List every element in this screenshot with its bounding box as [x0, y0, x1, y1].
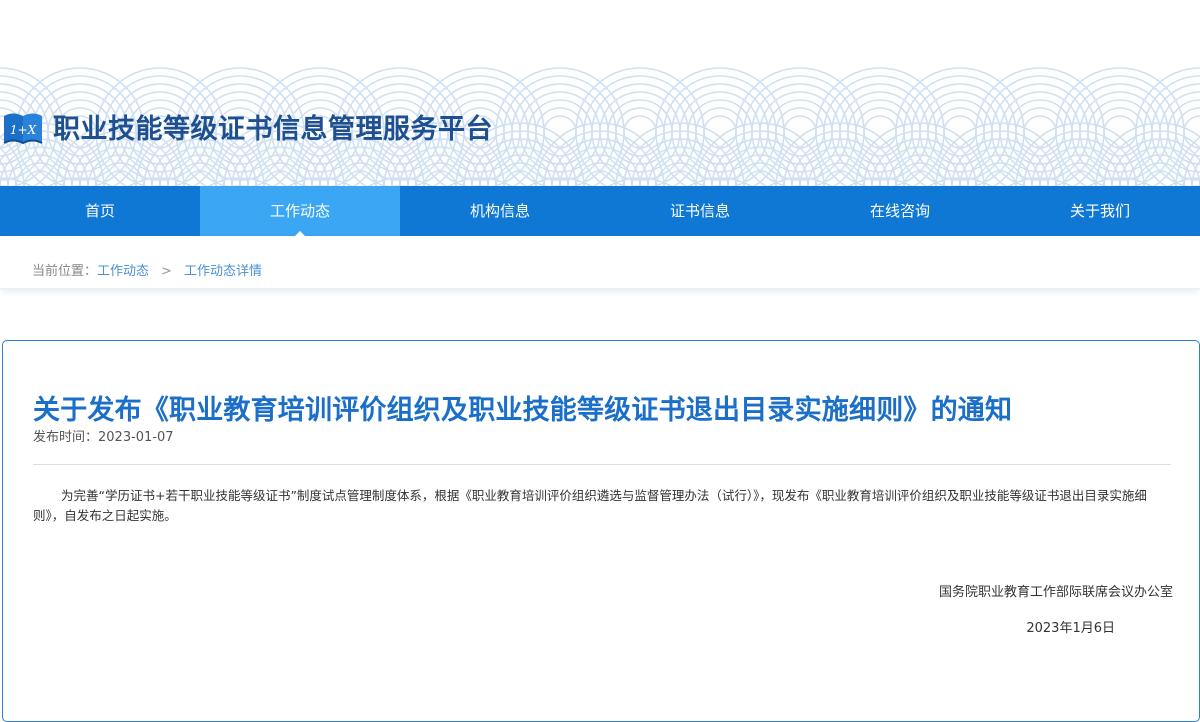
article-body: 为完善“学历证书+若干职业技能等级证书”制度试点管理制度体系，根据《职业教育培训… — [33, 488, 1147, 523]
nav-item-home[interactable]: 首页 — [0, 186, 200, 236]
breadcrumb-link-detail[interactable]: 工作动态详情 — [184, 264, 262, 279]
svg-text:1+X: 1+X — [10, 123, 37, 137]
article-signature: 国务院职业教育工作部际联席会议办公室 — [938, 585, 1173, 600]
breadcrumb: 当前位置：工作动态 > 工作动态详情 — [32, 260, 262, 279]
breadcrumb-separator: > — [161, 264, 172, 279]
nav-item-label: 在线咨询 — [869, 202, 930, 220]
nav-item-label: 关于我们 — [1069, 202, 1130, 220]
article-panel: 关于发布《职业教育培训评价组织及职业技能等级证书退出目录实施细则》的通知 发布时… — [2, 340, 1200, 722]
nav-item-label: 首页 — [84, 202, 115, 220]
publish-label: 发布时间： — [33, 430, 99, 445]
main-navigation: 首页 工作动态 机构信息 证书信息 在线咨询 关于我们 — [0, 186, 1200, 236]
breadcrumb-bar: 当前位置：工作动态 > 工作动态详情 — [0, 236, 1200, 289]
nav-item-about-us[interactable]: 关于我们 — [1000, 186, 1200, 236]
nav-item-certificates[interactable]: 证书信息 — [600, 186, 800, 236]
breadcrumb-link-work-news[interactable]: 工作动态 — [97, 264, 149, 279]
site-title[interactable]: 职业技能等级证书信息管理服务平台 — [53, 107, 493, 146]
nav-item-label: 机构信息 — [469, 202, 530, 220]
publish-time: 发布时间：2023-01-07 — [33, 426, 174, 445]
article-sign-date: 2023年1月6日 — [1026, 621, 1115, 636]
nav-item-label: 工作动态 — [269, 202, 330, 220]
nav-item-institutions[interactable]: 机构信息 — [400, 186, 600, 236]
nav-item-work-news[interactable]: 工作动态 — [200, 186, 400, 236]
site-header: 1+X 职业技能等级证书信息管理服务平台 — [0, 62, 1200, 186]
site-logo-icon[interactable]: 1+X — [2, 108, 44, 148]
breadcrumb-prefix: 当前位置： — [32, 264, 98, 279]
nav-item-label: 证书信息 — [669, 202, 730, 220]
nav-item-online-consult[interactable]: 在线咨询 — [800, 186, 1000, 236]
divider — [33, 464, 1171, 465]
article-title: 关于发布《职业教育培训评价组织及职业技能等级证书退出目录实施细则》的通知 — [33, 395, 1013, 426]
publish-date: 2023-01-07 — [98, 430, 174, 445]
